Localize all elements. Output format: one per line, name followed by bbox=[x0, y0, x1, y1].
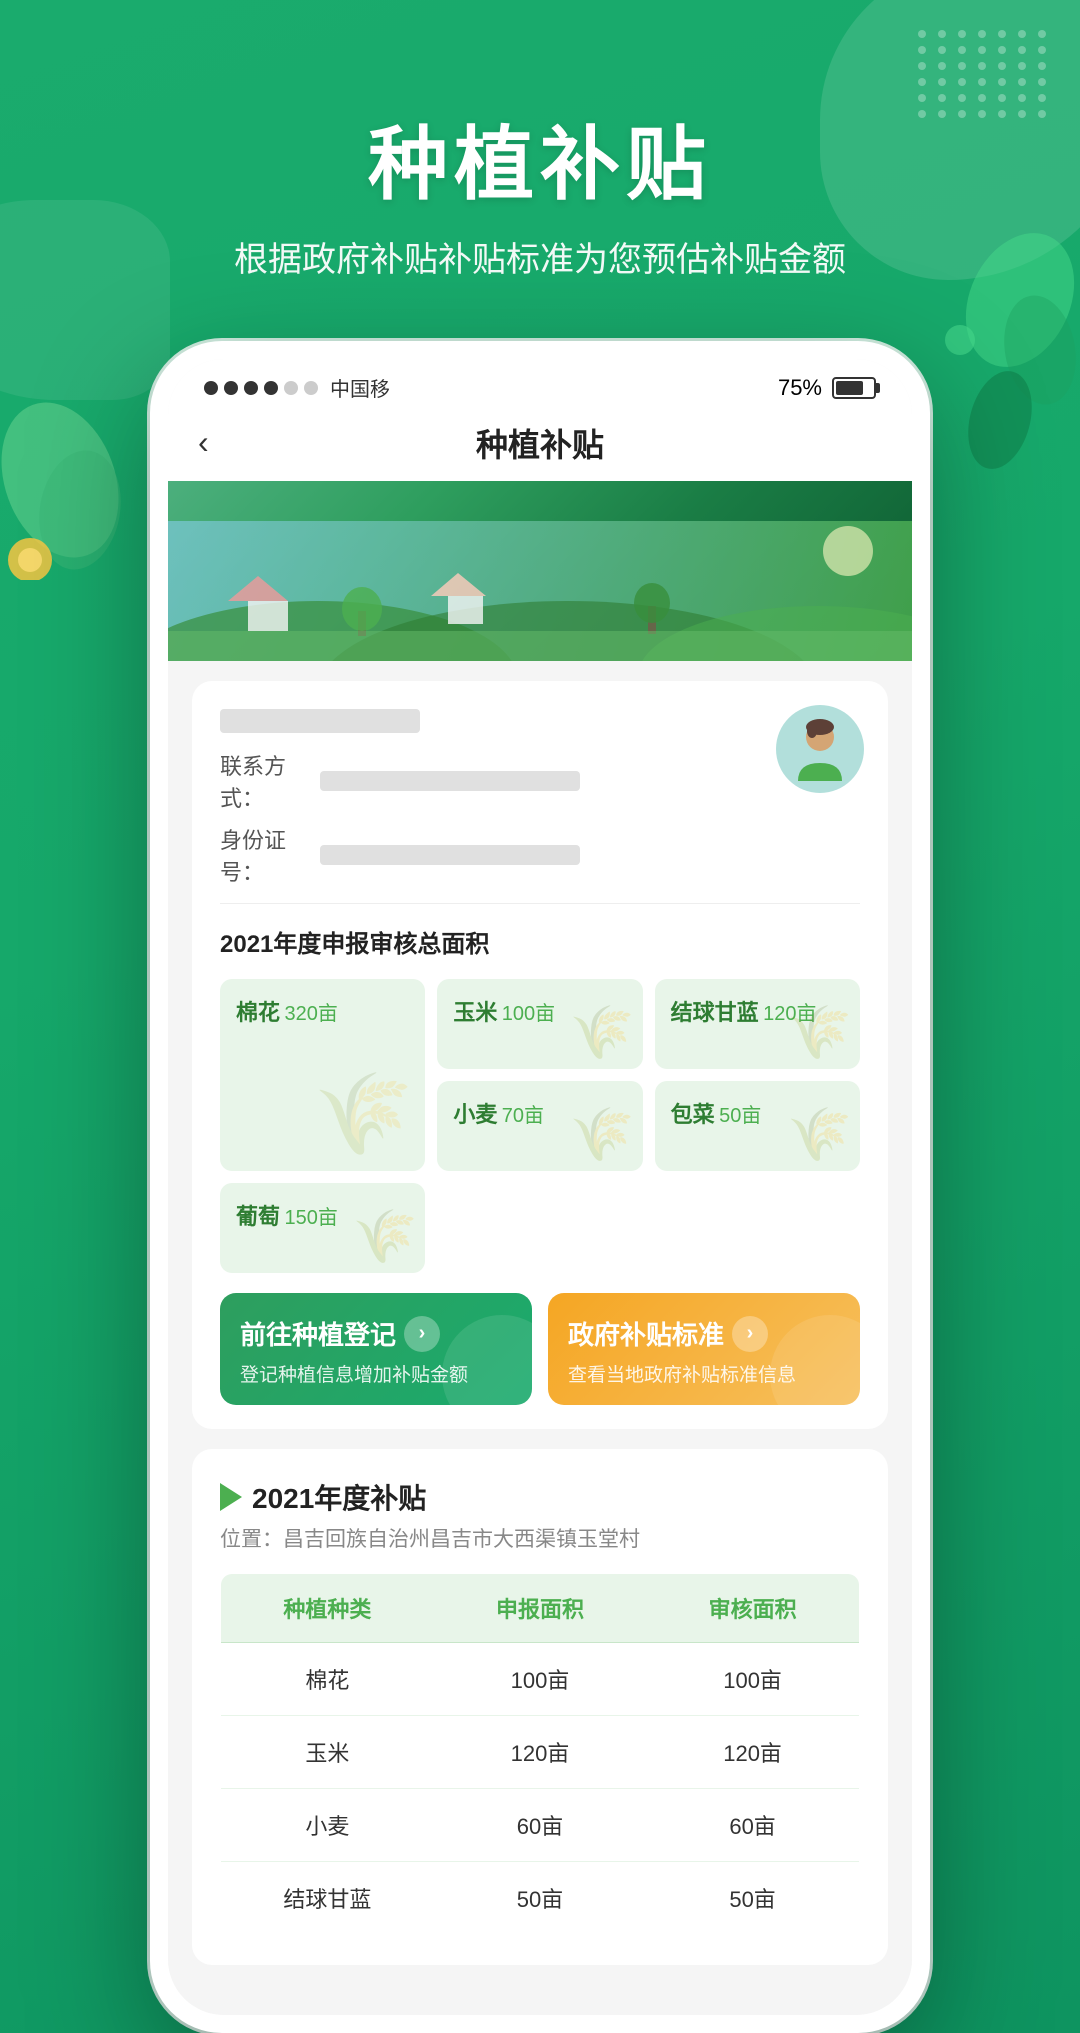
action-row: 前往种植登记 › 登记种植信息增加补贴金额 政府补贴标准 › 查看当地政府补 bbox=[220, 1293, 860, 1405]
user-card: 联系方式： 身份证号： bbox=[192, 681, 888, 1429]
wheat-icon-corn: 🌾 bbox=[570, 1002, 635, 1063]
subsidy-title: 2021年度补贴 bbox=[252, 1477, 426, 1517]
col-crop-type: 种植种类 bbox=[221, 1574, 434, 1643]
row2-approved: 120亩 bbox=[646, 1716, 859, 1789]
phone-screen: 中国移 75% ‹ 种植补贴 bbox=[168, 359, 912, 2015]
row4-approved: 50亩 bbox=[646, 1862, 859, 1935]
landscape-illustration bbox=[168, 521, 912, 661]
subsidy-standard-button[interactable]: 政府补贴标准 › 查看当地政府补贴标准信息 bbox=[548, 1293, 860, 1405]
phone-frame: 中国移 75% ‹ 种植补贴 bbox=[150, 341, 930, 2033]
table-row: 结球甘蓝 50亩 50亩 bbox=[221, 1862, 860, 1935]
row2-crop: 玉米 bbox=[221, 1716, 434, 1789]
subsidy-standard-icon: › bbox=[732, 1316, 768, 1352]
signal-dot-6 bbox=[304, 381, 318, 395]
crop-name-pakchoi: 包菜 bbox=[671, 1102, 715, 1127]
status-left: 中国移 bbox=[204, 373, 390, 402]
signal-dot-3 bbox=[244, 381, 258, 395]
subsidy-table: 种植种类 申报面积 审核面积 棉花 100亩 100亩 bbox=[220, 1573, 860, 1935]
crop-name-wheat: 小麦 bbox=[453, 1102, 497, 1127]
crop-card-corn: 玉米 100亩 🌾 bbox=[437, 979, 642, 1069]
row1-approved: 100亩 bbox=[646, 1643, 859, 1716]
signal-dot-2 bbox=[224, 381, 238, 395]
banner-area bbox=[168, 481, 912, 661]
table-row: 小麦 60亩 60亩 bbox=[221, 1789, 860, 1862]
wheat-icon-pakchoi: 🌾 bbox=[787, 1104, 852, 1165]
nav-bar: ‹ 种植补贴 bbox=[168, 408, 912, 481]
crop-area-wheat: 70亩 bbox=[502, 1105, 544, 1127]
subsidy-location: 位置：昌吉回族自治州昌吉市大西渠镇玉堂村 bbox=[220, 1523, 860, 1553]
crop-card-grapes: 葡萄 150亩 🌾 bbox=[220, 1183, 425, 1273]
id-row: 身份证号： bbox=[220, 823, 860, 887]
table-row: 玉米 120亩 120亩 bbox=[221, 1716, 860, 1789]
row4-crop: 结球甘蓝 bbox=[221, 1862, 434, 1935]
crop-area-grapes: 150亩 bbox=[284, 1207, 337, 1229]
table-header: 种植种类 申报面积 审核面积 bbox=[221, 1574, 860, 1643]
carrier-text: 中国移 bbox=[330, 373, 390, 402]
divider bbox=[220, 903, 860, 904]
table-row: 棉花 100亩 100亩 bbox=[221, 1643, 860, 1716]
signal-dot-5 bbox=[284, 381, 298, 395]
contact-row: 联系方式： bbox=[220, 749, 860, 813]
crop-name-cabbage: 结球甘蓝 bbox=[671, 1000, 759, 1025]
subsidy-title-row: 2021年度补贴 bbox=[220, 1477, 860, 1517]
crops-grid: 棉花 320亩 🌾 玉米 100亩 🌾 结球甘蓝 bbox=[220, 979, 860, 1273]
col-declared: 申报面积 bbox=[434, 1574, 646, 1643]
nav-title: 种植补贴 bbox=[476, 420, 604, 466]
battery-percent: 75% bbox=[778, 375, 822, 401]
row3-approved: 60亩 bbox=[646, 1789, 859, 1862]
signal-dot-4 bbox=[264, 381, 278, 395]
final-pad bbox=[192, 1965, 888, 1985]
crop-card-cotton: 棉花 320亩 🌾 bbox=[220, 979, 425, 1171]
table-header-row: 种植种类 申报面积 审核面积 bbox=[221, 1574, 860, 1643]
leaf-left-decoration bbox=[0, 280, 160, 580]
row3-declared: 60亩 bbox=[434, 1789, 646, 1862]
content-area: 联系方式： 身份证号： bbox=[168, 681, 912, 2015]
status-right: 75% bbox=[778, 375, 876, 401]
bottom-pad bbox=[220, 1935, 860, 1965]
wheat-icon-cabbage: 🌾 bbox=[787, 1002, 852, 1063]
back-button[interactable]: ‹ bbox=[198, 424, 209, 461]
signal-dot-1 bbox=[204, 381, 218, 395]
register-icon: › bbox=[404, 1316, 440, 1352]
triangle-icon bbox=[220, 1483, 242, 1511]
subsidy-section: 2021年度补贴 位置：昌吉回族自治州昌吉市大西渠镇玉堂村 种植种类 申报面积 … bbox=[192, 1449, 888, 1965]
crop-section-title: 2021年度申报审核总面积 bbox=[220, 924, 860, 959]
row3-crop: 小麦 bbox=[221, 1789, 434, 1862]
wheat-icon-wheat: 🌾 bbox=[570, 1104, 635, 1165]
row2-declared: 120亩 bbox=[434, 1716, 646, 1789]
main-title: 种植补贴 bbox=[0, 100, 1080, 216]
crop-card-cabbage: 结球甘蓝 120亩 🌾 bbox=[655, 979, 860, 1069]
wheat-icon-large: 🌾 bbox=[314, 1067, 414, 1161]
user-name-blurred bbox=[220, 709, 420, 733]
avatar-icon bbox=[780, 709, 860, 789]
row1-crop: 棉花 bbox=[221, 1643, 434, 1716]
battery-icon bbox=[832, 377, 876, 399]
crop-area-cotton: 320亩 bbox=[284, 1003, 337, 1025]
crop-card-wheat: 小麦 70亩 🌾 bbox=[437, 1081, 642, 1171]
wheat-icon-grapes: 🌾 bbox=[353, 1206, 418, 1267]
id-blurred bbox=[320, 845, 580, 865]
status-bar: 中国移 75% bbox=[168, 359, 912, 408]
row1-declared: 100亩 bbox=[434, 1643, 646, 1716]
contact-label: 联系方式： bbox=[220, 749, 320, 813]
col-approved: 审核面积 bbox=[646, 1574, 859, 1643]
sub-title: 根据政府补贴补贴标准为您预估补贴金额 bbox=[0, 232, 1080, 281]
avatar bbox=[776, 705, 864, 793]
contact-blurred bbox=[320, 771, 580, 791]
crop-card-pakchoi: 包菜 50亩 🌾 bbox=[655, 1081, 860, 1171]
battery-fill bbox=[836, 381, 863, 395]
crop-area-pakchoi: 50亩 bbox=[719, 1105, 761, 1127]
id-label: 身份证号： bbox=[220, 823, 320, 887]
table-body: 棉花 100亩 100亩 玉米 120亩 120亩 小麦 bbox=[221, 1643, 860, 1935]
crop-area-corn: 100亩 bbox=[502, 1003, 555, 1025]
crop-name-cotton: 棉花 bbox=[236, 1000, 280, 1025]
header-section: 种植补贴 根据政府补贴补贴标准为您预估补贴金额 bbox=[0, 0, 1080, 281]
crop-name-corn: 玉米 bbox=[453, 1000, 497, 1025]
phone-wrapper: 中国移 75% ‹ 种植补贴 bbox=[150, 341, 930, 2033]
crop-name-grapes: 葡萄 bbox=[236, 1204, 280, 1229]
register-button[interactable]: 前往种植登记 › 登记种植信息增加补贴金额 bbox=[220, 1293, 532, 1405]
row4-declared: 50亩 bbox=[434, 1862, 646, 1935]
